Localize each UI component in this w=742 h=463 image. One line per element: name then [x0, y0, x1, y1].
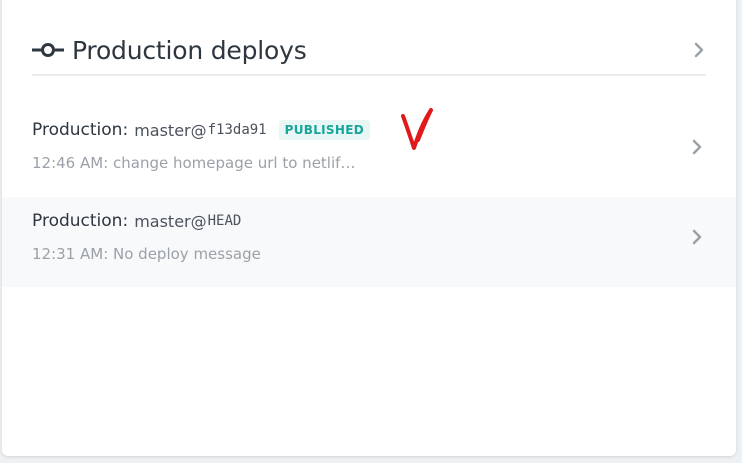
- deploy-title: Production: master @ f13da91 PUBLISHED: [32, 120, 370, 140]
- deploy-branch: master: [134, 120, 191, 140]
- chevron-right-icon[interactable]: [692, 139, 702, 155]
- deploy-separator: :: [122, 211, 129, 231]
- red-checkmark-icon: [401, 108, 433, 150]
- deploy-branch: master: [134, 211, 191, 231]
- deploy-at-sign: @: [190, 211, 207, 231]
- production-deploys-card: Production deploys Production: master @ f1…: [2, 0, 736, 456]
- deploy-at-sign: @: [190, 120, 207, 140]
- deploy-ref: HEAD: [207, 213, 242, 229]
- deploy-separator: :: [122, 120, 129, 140]
- published-badge: PUBLISHED: [278, 120, 370, 140]
- deploy-row[interactable]: Production: master @ HEAD 12:31 AM: No dep…: [2, 197, 736, 287]
- card-header[interactable]: Production deploys: [32, 24, 706, 76]
- deploy-message: 12:46 AM: change homepage url to netlif…: [32, 154, 356, 172]
- chevron-right-icon[interactable]: [692, 229, 702, 245]
- page-title: Production deploys: [72, 35, 307, 65]
- deploy-environment: Production: [32, 211, 123, 231]
- deploy-ref: f13da91: [207, 122, 267, 138]
- chevron-right-icon[interactable]: [694, 42, 704, 58]
- deploy-environment: Production: [32, 120, 123, 140]
- deploy-row[interactable]: Production: master @ f13da91 PUBLISHED 12:…: [2, 106, 736, 196]
- commit-icon: [32, 43, 64, 57]
- deploy-title: Production: master @ HEAD: [32, 211, 241, 231]
- deploy-message: 12:31 AM: No deploy message: [32, 245, 261, 263]
